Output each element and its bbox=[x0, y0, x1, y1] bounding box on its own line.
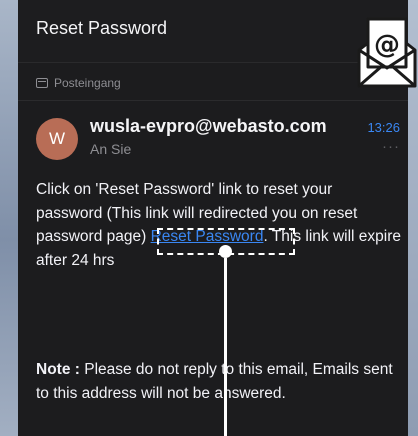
avatar[interactable]: W bbox=[36, 118, 78, 160]
email-header: Reset Password bbox=[18, 0, 408, 63]
note-label: Note : bbox=[36, 361, 80, 378]
email-body: Click on 'Reset Password' link to reset … bbox=[36, 178, 401, 272]
sender-address[interactable]: wusla-evpro@webasto.com bbox=[90, 116, 327, 137]
svg-text:@: @ bbox=[374, 30, 400, 60]
folder-label: Posteingang bbox=[54, 76, 121, 90]
recipient-label[interactable]: An Sie bbox=[90, 141, 131, 157]
note-text: Please do not reply to this email, Email… bbox=[36, 361, 393, 402]
pointer-line bbox=[224, 258, 227, 436]
more-options-icon[interactable]: ··· bbox=[382, 138, 400, 155]
page-title: Reset Password bbox=[36, 18, 168, 38]
divider bbox=[18, 100, 408, 101]
folder-breadcrumb[interactable]: Posteingang bbox=[36, 74, 121, 92]
email-time: 13:26 bbox=[367, 120, 400, 135]
mail-at-icon: @ bbox=[357, 17, 417, 88]
background-left bbox=[0, 0, 18, 436]
email-note: Note : Please do not reply to this email… bbox=[36, 358, 401, 405]
folder-icon bbox=[36, 78, 48, 88]
email-panel: Reset Password Posteingang W wusla-evpro… bbox=[18, 0, 408, 436]
pointer-dot bbox=[219, 245, 232, 258]
